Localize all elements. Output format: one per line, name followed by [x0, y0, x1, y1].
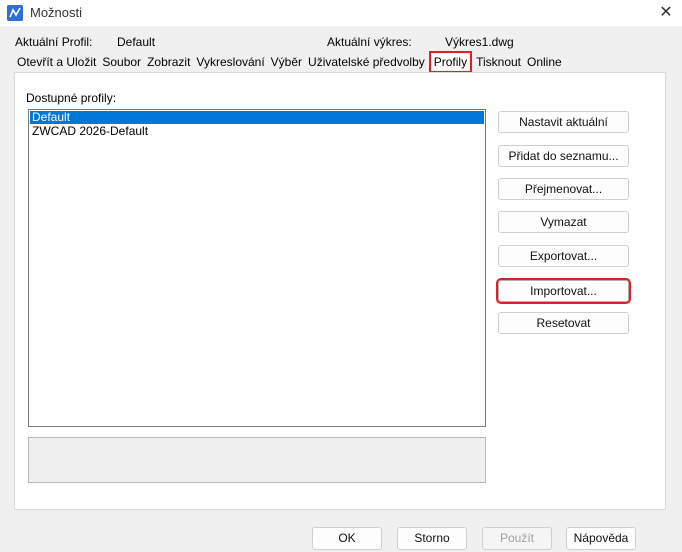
- current-profile-value: Default: [117, 35, 156, 49]
- delete-button[interactable]: Vymazat: [498, 211, 629, 233]
- current-drawing-value: Výkres1.dwg: [445, 35, 514, 49]
- import-button[interactable]: Importovat...: [496, 278, 631, 304]
- options-dialog: Možnosti ✕ Aktuální Profil: Default Aktu…: [0, 0, 682, 552]
- cancel-button[interactable]: Storno: [397, 527, 467, 550]
- reset-button[interactable]: Resetovat: [498, 312, 629, 334]
- tab-online[interactable]: Online: [525, 54, 564, 70]
- available-profiles-label: Dostupné profily:: [26, 91, 117, 105]
- tab-file[interactable]: Soubor: [100, 54, 143, 70]
- tab-print[interactable]: Tisknout: [474, 54, 523, 70]
- tab-user-preferences[interactable]: Uživatelské předvolby: [306, 54, 427, 70]
- tab-open-save[interactable]: Otevřít a Uložit: [15, 54, 98, 70]
- title-bar: Možnosti ✕: [0, 0, 682, 26]
- ok-button[interactable]: OK: [312, 527, 382, 550]
- app-icon: [7, 5, 23, 21]
- list-item[interactable]: Default: [30, 111, 484, 124]
- window-title: Možnosti: [30, 5, 83, 20]
- apply-button[interactable]: Použít: [482, 527, 552, 550]
- tab-profiles[interactable]: Profily: [428, 51, 473, 73]
- current-drawing-label: Aktuální výkres:: [327, 35, 412, 49]
- tab-display[interactable]: Zobrazit: [145, 54, 192, 70]
- rename-button[interactable]: Přejmenovat...: [498, 178, 629, 200]
- list-item[interactable]: ZWCAD 2026-Default: [30, 125, 484, 138]
- help-button[interactable]: Nápověda: [566, 527, 636, 550]
- tab-strip: Otevřít a Uložit Soubor Zobrazit Vykresl…: [15, 51, 566, 73]
- tab-plotting[interactable]: Vykreslování: [194, 54, 266, 70]
- profiles-list[interactable]: Default ZWCAD 2026-Default: [28, 109, 486, 427]
- profile-description-box: [28, 437, 486, 483]
- tab-selection[interactable]: Výběr: [269, 54, 304, 70]
- set-current-button[interactable]: Nastavit aktuální: [498, 111, 629, 133]
- current-profile-label: Aktuální Profil:: [15, 35, 93, 49]
- add-to-list-button[interactable]: Přidat do seznamu...: [498, 145, 629, 167]
- close-icon[interactable]: ✕: [656, 3, 676, 23]
- export-button[interactable]: Exportovat...: [498, 245, 629, 267]
